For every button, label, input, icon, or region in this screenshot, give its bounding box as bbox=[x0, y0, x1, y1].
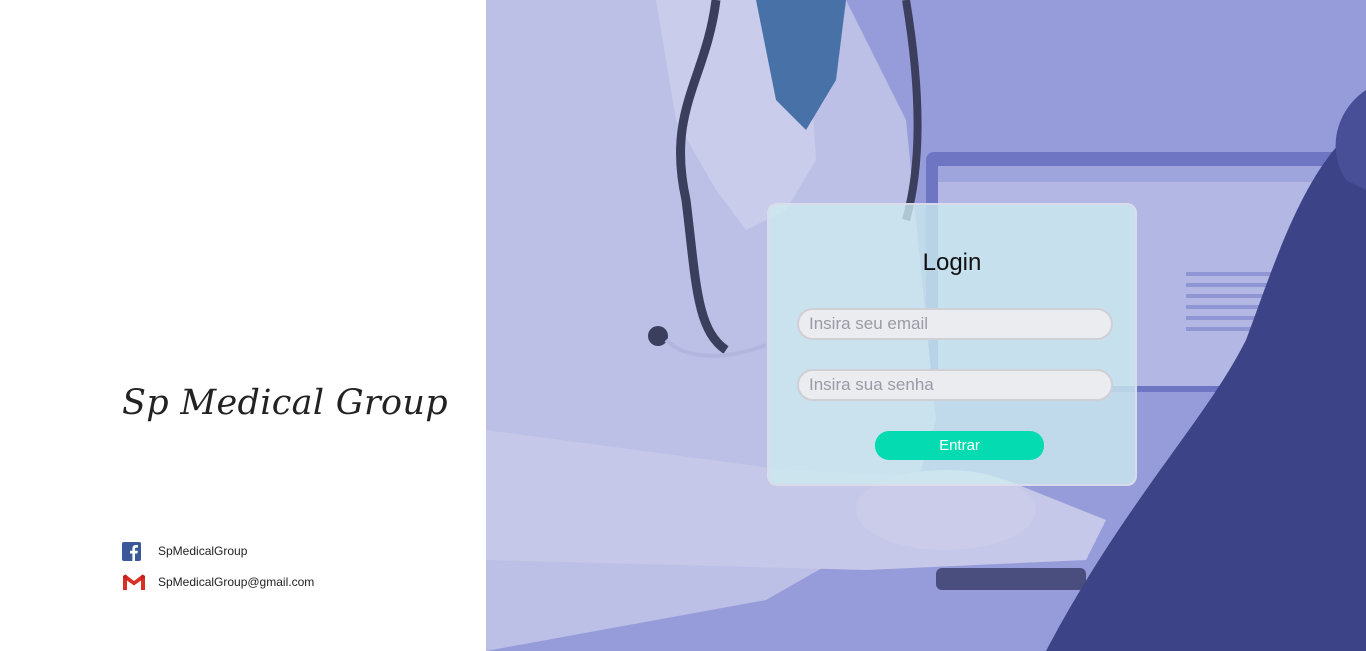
facebook-icon bbox=[122, 541, 147, 561]
email-input[interactable] bbox=[797, 308, 1113, 340]
left-panel: Sp Medical Group SpMedicalGroup SpMedica… bbox=[0, 0, 486, 651]
gmail-icon bbox=[122, 572, 147, 592]
contact-email[interactable]: SpMedicalGroup@gmail.com bbox=[122, 571, 314, 593]
password-input[interactable] bbox=[797, 369, 1113, 401]
facebook-handle: SpMedicalGroup bbox=[158, 544, 248, 558]
contact-facebook[interactable]: SpMedicalGroup bbox=[122, 540, 247, 562]
email-address: SpMedicalGroup@gmail.com bbox=[158, 575, 315, 589]
login-title: Login bbox=[922, 249, 982, 276]
brand-title: Sp Medical Group bbox=[122, 383, 448, 423]
login-button[interactable]: Entrar bbox=[875, 431, 1044, 460]
login-card: Login Entrar bbox=[767, 203, 1137, 486]
